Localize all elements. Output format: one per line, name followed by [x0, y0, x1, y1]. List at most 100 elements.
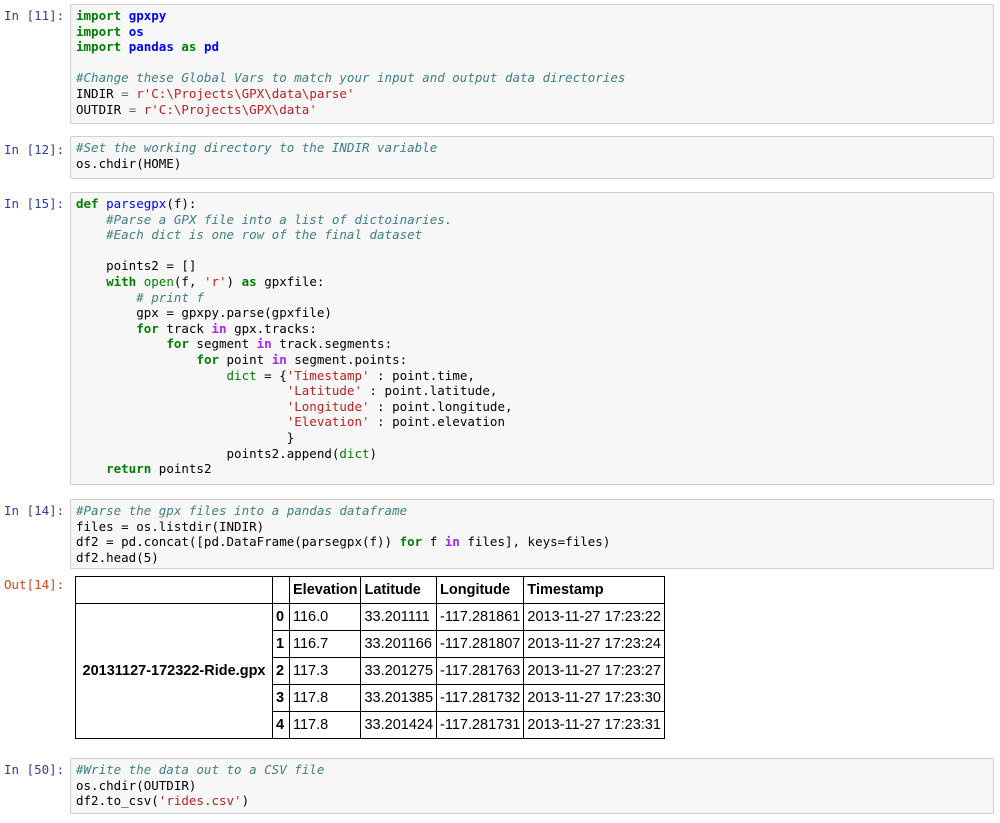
table-cell: 2013-11-27 17:23:27: [523, 657, 665, 685]
code-text: ): [226, 273, 242, 289]
code-text: : point.elevation: [369, 414, 505, 430]
code-text: : point.time,: [369, 367, 475, 383]
code-text: f: [422, 534, 445, 550]
keyword: with: [106, 273, 137, 289]
code-text: points2: [151, 461, 212, 477]
code-cell-chdir[interactable]: #Set the working directory to the INDIR …: [70, 136, 994, 179]
code-cell-parsegpx[interactable]: def parsegpx(f): #Parse a GPX file into …: [70, 192, 994, 485]
table-cell: 117.8: [288, 711, 362, 739]
keyword: for: [196, 351, 219, 367]
input-prompt: In [50]:: [4, 762, 65, 777]
string-literal: 'r': [203, 273, 227, 289]
keyword: import: [76, 39, 122, 55]
code-text: track: [158, 320, 212, 336]
table-cell: 33.201166: [360, 630, 438, 658]
code-text: ): [241, 793, 250, 809]
code-cell-to-csv[interactable]: #Write the data out to a CSV file os.chdi…: [70, 758, 994, 814]
row-index: 1: [272, 630, 290, 658]
code-text: gpx = gpxpy.parse(gpxfile): [136, 305, 332, 321]
module-alias: pd: [203, 39, 220, 55]
code-text: files = os.listdir(INDIR): [76, 518, 265, 534]
module-name: pandas: [128, 39, 174, 55]
table-cell: 33.201111: [360, 603, 438, 631]
code-text: points2.append(: [226, 445, 340, 461]
blank-header-cell: [75, 576, 273, 604]
keyword: for: [399, 534, 423, 550]
table-cell: 116.0: [288, 603, 362, 631]
code-comment: #Parse a GPX file into a list of dictoin…: [106, 211, 453, 227]
code-comment: #Parse the gpx files into a pandas dataf…: [76, 503, 408, 518]
string-literal: 'rides.csv': [158, 793, 242, 809]
input-prompt: In [12]:: [4, 142, 65, 157]
code-editor[interactable]: import gpxpy import os import pandas as pd…: [76, 8, 988, 117]
operator: =: [121, 85, 129, 101]
keyword: in: [256, 336, 272, 352]
table-cell: 33.201275: [360, 657, 438, 685]
table-cell: 117.8: [288, 684, 362, 712]
code-editor[interactable]: #Parse the gpx files into a pandas dataf…: [76, 503, 988, 565]
row-index: 2: [272, 657, 290, 685]
builtin-name: dict: [339, 445, 370, 461]
string-literal: 'Longitude': [286, 398, 370, 414]
code-text: df2 = pd.concat([pd.DataFrame(parsegpx(f…: [76, 534, 400, 550]
keyword: for: [136, 320, 159, 336]
code-editor[interactable]: #Write the data out to a CSV file os.chdi…: [76, 762, 988, 809]
code-comment: #Each dict is one row of the final datas…: [106, 227, 423, 243]
group-key-label: 20131127-172322-Ride.gpx: [75, 603, 273, 739]
code-editor[interactable]: #Set the working directory to the INDIR …: [76, 140, 988, 171]
code-text: gpx.tracks:: [226, 320, 317, 336]
string-literal: 'Elevation': [286, 414, 370, 430]
code-comment: #Set the working directory to the INDIR …: [76, 140, 438, 155]
table-cell: 33.201424: [360, 711, 438, 739]
string-literal: r'C:\Projects\GPX\data\parse': [136, 85, 355, 101]
code-text: }: [286, 429, 295, 445]
string-literal: r'C:\Projects\GPX\data': [143, 101, 317, 117]
keyword: def: [76, 196, 99, 211]
module-name: gpxpy: [128, 8, 167, 23]
variable-name: OUTDIR: [76, 101, 122, 117]
code-text: os.chdir(OUTDIR): [76, 777, 197, 793]
code-text: (f):: [166, 196, 197, 211]
input-prompt: In [15]:: [4, 196, 65, 211]
keyword: import: [76, 23, 122, 39]
code-text: df2.head(5): [76, 549, 159, 565]
code-cell-concat[interactable]: #Parse the gpx files into a pandas dataf…: [70, 499, 994, 569]
code-text: track.segments:: [271, 336, 393, 352]
function-name: parsegpx: [106, 196, 167, 211]
row-index: 4: [272, 711, 290, 739]
code-text: : point.latitude,: [361, 383, 498, 399]
code-line: os.chdir(HOME): [76, 155, 182, 171]
keyword: in: [271, 351, 287, 367]
code-text: : point.longitude,: [369, 398, 513, 414]
keyword: in: [444, 534, 460, 550]
table-cell: 116.7: [288, 630, 362, 658]
code-comment: # print f: [136, 289, 204, 305]
keyword: as: [181, 39, 197, 55]
code-comment: #Write the data out to a CSV file: [76, 762, 325, 777]
code-text: files], keys=files): [459, 534, 611, 550]
output-prompt: Out[14]:: [4, 577, 65, 592]
keyword: return: [106, 461, 152, 477]
table-cell: 2013-11-27 17:23:22: [523, 603, 665, 631]
dataframe-output: Elevation Latitude Longitude Timestamp 2…: [75, 576, 665, 739]
code-cell-imports[interactable]: import gpxpy import os import pandas as pd…: [70, 4, 994, 124]
input-prompt: In [11]:: [4, 8, 65, 23]
keyword: for: [166, 336, 189, 352]
code-editor[interactable]: def parsegpx(f): #Parse a GPX file into …: [76, 196, 988, 477]
table-cell: 33.201385: [360, 684, 438, 712]
table-cell: 2013-11-27 17:23:31: [523, 711, 665, 739]
string-literal: 'Timestamp': [286, 367, 370, 383]
operator: =: [128, 101, 137, 117]
table-cell: 117.3: [288, 657, 362, 685]
table-cell: -117.281731: [436, 711, 525, 739]
code-text: point: [219, 351, 272, 367]
column-header: Longitude: [436, 576, 525, 604]
code-text: df2.to_csv(: [76, 793, 159, 809]
row-index: 0: [272, 603, 290, 631]
code-text: segment: [188, 336, 257, 352]
code-text: = {: [256, 367, 287, 383]
code-text: (f,: [173, 273, 204, 289]
table-row: 20131127-172322-Ride.gpx 0 116.0 33.2011…: [75, 603, 665, 739]
table-cell: 2013-11-27 17:23:24: [523, 630, 665, 658]
code-text: points2 = []: [106, 258, 197, 274]
